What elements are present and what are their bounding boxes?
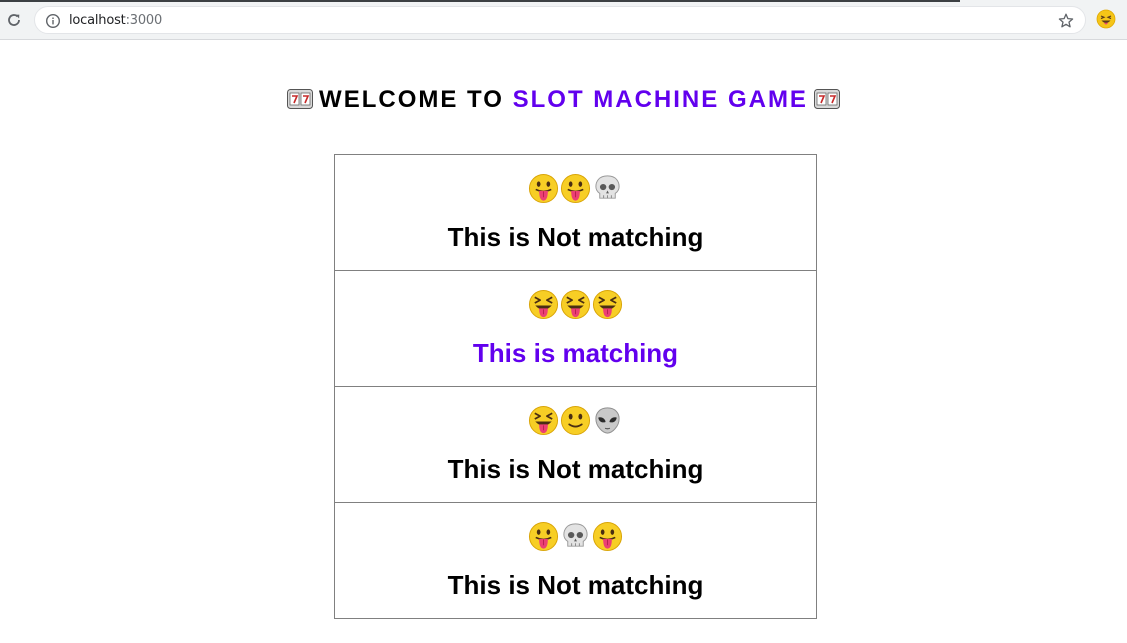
slot-machine-icon <box>287 89 314 109</box>
skull-icon <box>595 175 620 199</box>
address-bar[interactable]: localhost:3000 <box>34 6 1086 34</box>
result-text: This is matching <box>472 338 679 368</box>
face-tongue-icon <box>528 521 559 552</box>
alien-icon <box>595 407 620 434</box>
squint-tongue-icon <box>528 405 559 436</box>
title-accent: SLOT MACHINE GAME <box>512 86 808 113</box>
slot-row: This is Not matching <box>335 503 816 618</box>
face-tongue-icon <box>528 173 559 204</box>
result-text: This is Not matching <box>447 454 704 484</box>
slot-board: This is Not matching This is matching Th… <box>334 154 817 619</box>
title-prefix: WELCOME TO <box>319 86 513 113</box>
url-host: localhost <box>69 13 126 28</box>
result-text: This is Not matching <box>447 222 704 252</box>
squint-tongue-icon <box>528 289 559 320</box>
result-text: This is Not matching <box>447 570 704 600</box>
url-port: :3000 <box>125 13 163 28</box>
extension-emoji-icon[interactable] <box>1096 9 1116 29</box>
reel-group <box>335 271 816 323</box>
skull-icon <box>563 523 588 547</box>
squint-tongue-icon <box>560 289 591 320</box>
bookmark-star-icon[interactable] <box>1057 12 1075 30</box>
slot-machine-icon <box>813 89 840 109</box>
reel-group <box>335 503 816 555</box>
slot-row: This is Not matching <box>335 387 816 503</box>
slot-row: This is matching <box>335 271 816 387</box>
info-icon[interactable] <box>45 13 61 29</box>
url-text: localhost:3000 <box>69 12 162 29</box>
reel-group <box>335 155 816 207</box>
page-title: WELCOME TO SLOT MACHINE GAME <box>0 84 1127 116</box>
reel-group <box>335 387 816 439</box>
browser-toolbar: localhost:3000 <box>0 0 1127 40</box>
face-tongue-icon <box>592 521 623 552</box>
reload-icon[interactable] <box>4 10 24 30</box>
slight-smile-icon <box>560 405 591 436</box>
squint-tongue-icon <box>592 289 623 320</box>
face-tongue-icon <box>560 173 591 204</box>
slot-row: This is Not matching <box>335 155 816 271</box>
tab-strip-edge <box>0 0 960 2</box>
